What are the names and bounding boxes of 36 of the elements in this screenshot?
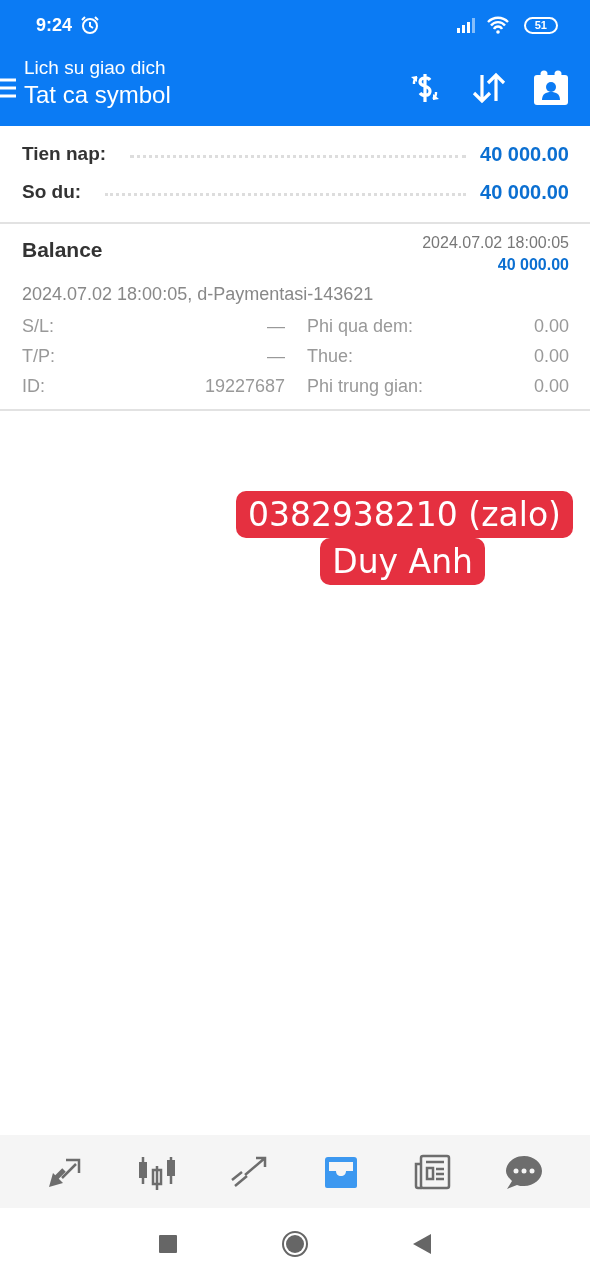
calendar-person-icon[interactable] bbox=[533, 70, 569, 106]
field-value: 0.00 bbox=[533, 315, 569, 337]
summary-value: 40 000.00 bbox=[480, 142, 569, 166]
sticker-label: 0382938210 (zalo) bbox=[235, 491, 573, 538]
toolbar-title[interactable]: Tat ca symbol bbox=[24, 81, 171, 109]
status-time: 9:24 bbox=[36, 14, 73, 36]
nav-tab[interactable] bbox=[504, 1153, 545, 1190]
deal-type: Balance bbox=[22, 238, 103, 263]
sticker-label: Duy Anh bbox=[320, 538, 485, 585]
deal-comment: 2024.07.02 18:00:05, d-Paymentasi-143621 bbox=[22, 284, 375, 305]
sort-icon[interactable] bbox=[471, 71, 507, 105]
field-label: S/L: bbox=[22, 315, 55, 337]
field-value: 19227687 bbox=[204, 375, 285, 397]
toolbar-subtitle: Lich su giao dich bbox=[24, 57, 167, 79]
field-value: — bbox=[267, 315, 285, 337]
deal-time: 2024.07.02 18:00:05 bbox=[422, 234, 569, 252]
alarm-icon bbox=[80, 15, 101, 35]
field-label: ID: bbox=[22, 375, 45, 397]
field-label: Thue: bbox=[307, 345, 354, 367]
nav-tab[interactable] bbox=[412, 1153, 453, 1190]
summary-label: So du: bbox=[22, 181, 82, 203]
battery-indicator: 51 bbox=[523, 16, 558, 34]
field-label: Phi trung gian: bbox=[307, 375, 424, 397]
field-value: 0.00 bbox=[533, 345, 569, 367]
summary-value: 40 000.00 bbox=[480, 180, 569, 204]
back-button[interactable] bbox=[413, 1234, 431, 1254]
home-button[interactable] bbox=[281, 1230, 309, 1258]
menu-icon[interactable] bbox=[0, 77, 16, 99]
signal-icon bbox=[455, 17, 478, 33]
field-value: — bbox=[267, 345, 285, 367]
field-label: T/P: bbox=[22, 345, 55, 367]
summary-label: Tien nap: bbox=[22, 143, 107, 165]
field-value: 0.00 bbox=[533, 375, 569, 397]
wifi-icon bbox=[485, 16, 510, 34]
field-label: Phi qua dem: bbox=[307, 315, 414, 337]
deal-amount: 40 000.00 bbox=[497, 256, 569, 274]
